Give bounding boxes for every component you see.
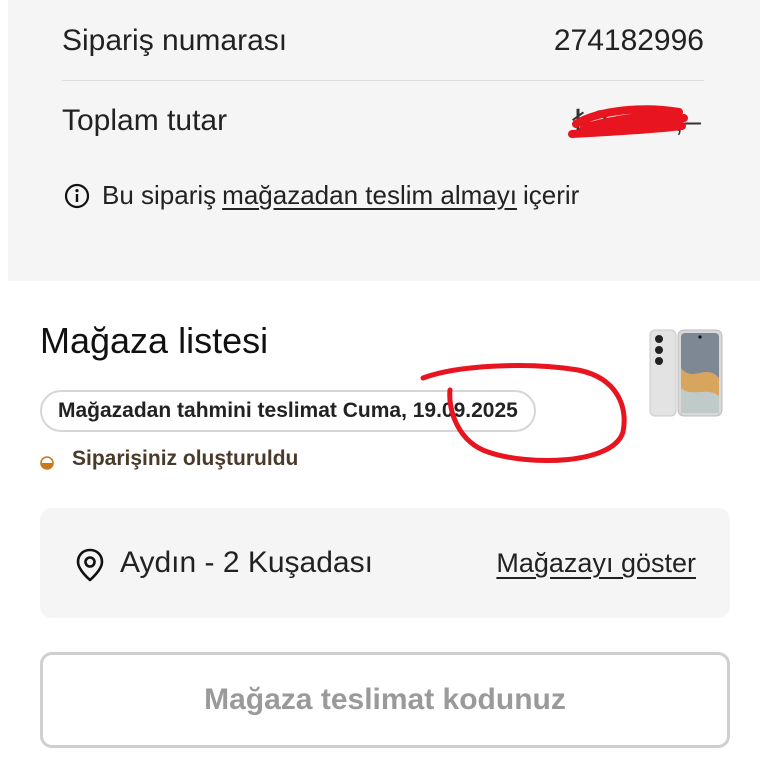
location-pin-icon — [76, 548, 104, 587]
info-suffix: içerir — [522, 180, 580, 210]
store-location-card: Aydın - 2 Kuşadası Mağazayı göster — [40, 508, 730, 618]
status-text: Siparişiniz oluşturuldu — [72, 447, 299, 470]
info-icon — [64, 183, 90, 209]
order-number-value: 274182996 — [553, 24, 704, 57]
order-summary: Sipariş numarası 274182996 Toplam tutar … — [8, 0, 760, 281]
redacted-total: ₺2 ,– — [554, 104, 704, 148]
store-location-name: Aydın - 2 Kuşadası — [120, 546, 373, 579]
status-indicator-icon — [40, 452, 54, 470]
redaction-scribble — [568, 105, 688, 138]
total-row: Toplam tutar ₺2 ,– — [62, 104, 704, 138]
divider — [62, 80, 704, 81]
order-number-row: Sipariş numarası 274182996 — [62, 24, 704, 58]
info-prefix: Bu sipariş — [102, 180, 217, 210]
store-list-title: Mağaza listesi — [40, 320, 269, 361]
show-store-link[interactable]: Mağazayı göster — [496, 548, 696, 579]
smartphone-image — [648, 328, 724, 420]
delivery-code-button[interactable]: Mağaza teslimat kodunuz — [40, 652, 730, 748]
pickup-info-link[interactable]: mağazadan teslim almayı — [222, 180, 517, 211]
order-status: Siparişiniz oluşturuldu — [40, 447, 298, 471]
order-number-label: Sipariş numarası — [62, 24, 288, 57]
red-circle-annotation — [420, 363, 627, 464]
pickup-info: Bu sipariş mağazadan teslim almayı içeri… — [64, 180, 579, 211]
total-label: Toplam tutar — [62, 104, 228, 137]
